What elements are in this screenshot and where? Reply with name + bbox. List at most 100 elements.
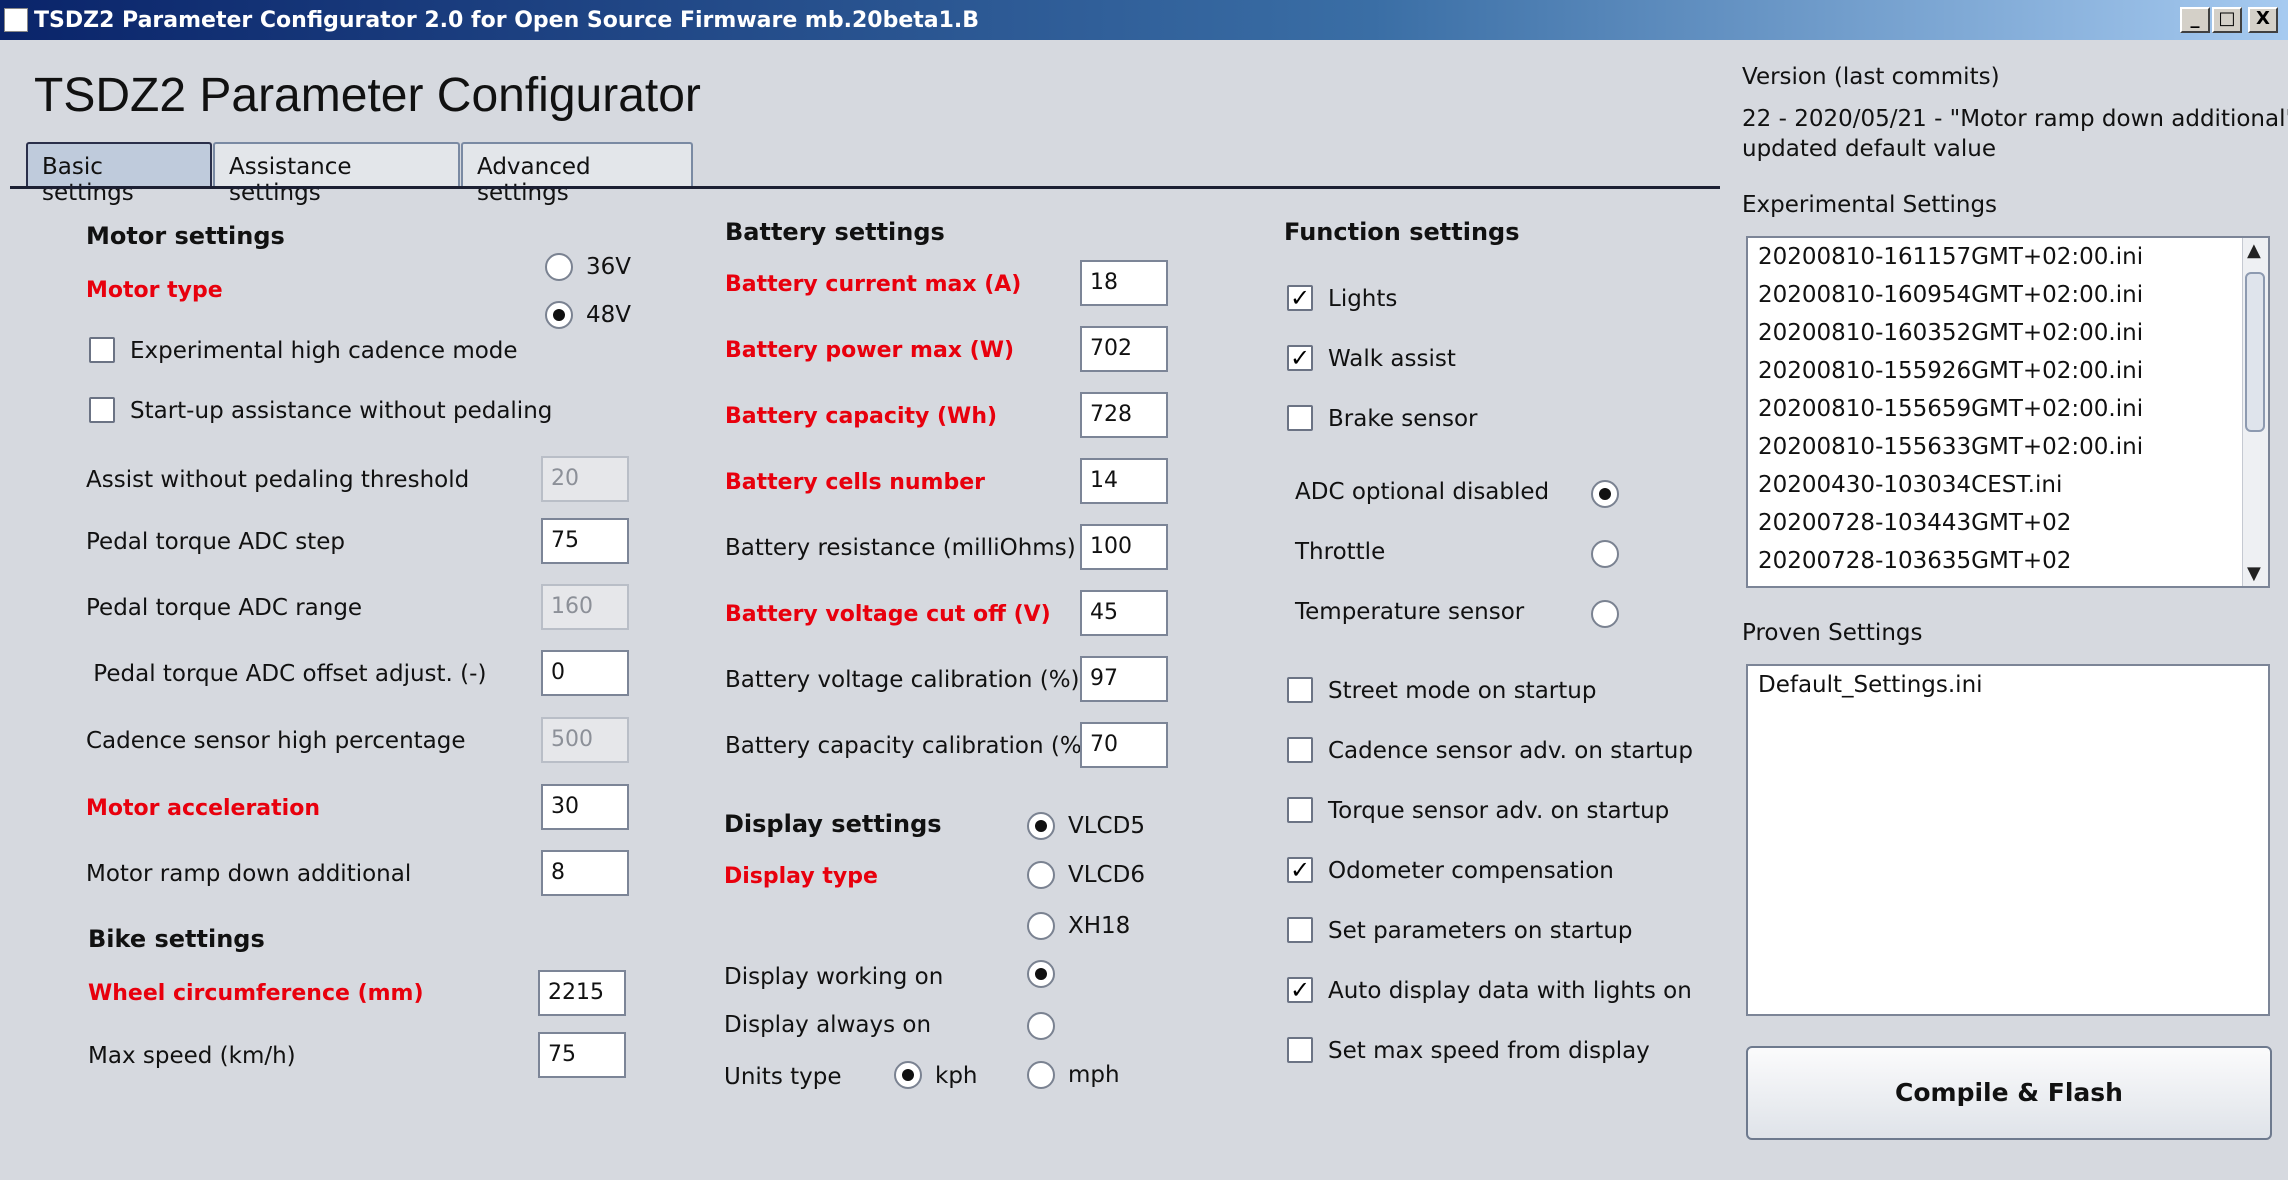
throttle-label: Throttle (1295, 539, 1386, 565)
motor-acceleration-field[interactable]: 30 (541, 784, 629, 830)
list-item[interactable]: Default_Settings.ini (1758, 672, 1983, 698)
torque-adv-label: Torque sensor adv. on startup (1328, 798, 1670, 824)
display-working-on-radio[interactable] (1027, 960, 1055, 988)
auto-display-checkbox[interactable]: ✓ (1287, 977, 1313, 1003)
capacity-calibration-label: Battery capacity calibration (%) (725, 733, 1091, 759)
adc-disabled-radio[interactable] (1591, 480, 1619, 508)
cadence-adv-label: Cadence sensor adv. on startup (1328, 738, 1693, 764)
battery-cutoff-label: Battery voltage cut off (V) (725, 602, 1051, 627)
page-title: TSDZ2 Parameter Configurator (34, 69, 701, 122)
capacity-calibration-field[interactable]: 70 (1080, 722, 1168, 768)
torque-adc-step-field[interactable]: 75 (541, 518, 629, 564)
list-item[interactable]: 20200810-160352GMT+02:00.ini (1758, 320, 2143, 346)
motor-48v-label: 48V (586, 302, 632, 328)
set-params-startup-checkbox[interactable] (1287, 917, 1313, 943)
cadence-high-pct-field[interactable]: 500 (541, 717, 629, 763)
list-item[interactable]: 20200810-161157GMT+02:00.ini (1758, 244, 2143, 270)
tab-basic-settings[interactable]: Basic settings (26, 142, 212, 206)
battery-resistance-field[interactable]: 100 (1080, 524, 1168, 570)
list-item[interactable]: 20200810-155659GMT+02:00.ini (1758, 396, 2143, 422)
battery-settings-heading: Battery settings (725, 218, 945, 246)
list-item[interactable]: 20200430-103034CEST.ini (1758, 472, 2062, 498)
display-vlcd5-radio[interactable] (1027, 812, 1055, 840)
battery-capacity-field[interactable]: 728 (1080, 392, 1168, 438)
max-speed-display-checkbox[interactable] (1287, 1037, 1313, 1063)
motor-settings-heading: Motor settings (86, 222, 285, 250)
bike-settings-heading: Bike settings (88, 925, 265, 953)
version-line-1: 22 - 2020/05/21 - "Motor ramp down addit… (1742, 106, 2288, 132)
java-app-icon (4, 8, 28, 32)
scroll-thumb[interactable] (2245, 272, 2265, 432)
display-vlcd6-radio[interactable] (1027, 861, 1055, 889)
cadence-adv-checkbox[interactable] (1287, 737, 1313, 763)
battery-resistance-label: Battery resistance (milliOhms) (725, 535, 1076, 561)
list-item[interactable]: 20200810-160954GMT+02:00.ini (1758, 282, 2143, 308)
units-mph-radio[interactable] (1027, 1061, 1055, 1089)
experimental-list-scrollbar[interactable]: ▲ ▼ (2242, 238, 2268, 586)
experimental-settings-label: Experimental Settings (1742, 192, 1998, 218)
motor-48v-radio[interactable] (545, 301, 573, 329)
battery-cells-field[interactable]: 14 (1080, 458, 1168, 504)
motor-36v-label: 36V (586, 254, 632, 280)
list-item[interactable]: 20200728-103443GMT+02 (1758, 510, 2071, 536)
voltage-calibration-field[interactable]: 97 (1080, 656, 1168, 702)
display-vlcd5-label: VLCD5 (1068, 813, 1145, 839)
motor-36v-radio[interactable] (545, 253, 573, 281)
assist-threshold-label: Assist without pedaling threshold (86, 467, 470, 493)
lights-checkbox[interactable]: ✓ (1287, 285, 1313, 311)
high-cadence-checkbox[interactable] (89, 337, 115, 363)
adc-disabled-label: ADC optional disabled (1295, 479, 1550, 505)
scroll-up-icon[interactable]: ▲ (2247, 240, 2261, 261)
ramp-down-field[interactable]: 8 (541, 850, 629, 896)
tab-advanced-settings[interactable]: Advanced settings (461, 142, 693, 206)
list-item[interactable]: 20200810-155633GMT+02:00.ini (1758, 434, 2143, 460)
max-speed-label: Max speed (km/h) (88, 1043, 296, 1069)
scroll-down-icon[interactable]: ▼ (2247, 563, 2261, 584)
battery-cutoff-field[interactable]: 45 (1080, 590, 1168, 636)
compile-flash-button[interactable]: Compile & Flash (1746, 1046, 2272, 1140)
list-item[interactable]: 20200810-155926GMT+02:00.ini (1758, 358, 2143, 384)
brake-sensor-checkbox[interactable] (1287, 405, 1313, 431)
set-params-startup-label: Set parameters on startup (1328, 918, 1633, 944)
display-xh18-radio[interactable] (1027, 912, 1055, 940)
window-title: TSDZ2 Parameter Configurator 2.0 for Ope… (34, 8, 980, 33)
units-mph-label: mph (1068, 1062, 1120, 1088)
tab-assistance-settings[interactable]: Assistance settings (213, 142, 460, 206)
assist-threshold-field[interactable]: 20 (541, 456, 629, 502)
motor-type-label: Motor type (86, 278, 223, 303)
odometer-compensation-checkbox[interactable]: ✓ (1287, 857, 1313, 883)
minimize-button[interactable]: _ (2180, 7, 2210, 33)
throttle-radio[interactable] (1591, 540, 1619, 568)
max-speed-field[interactable]: 75 (538, 1032, 626, 1078)
brake-sensor-label: Brake sensor (1328, 406, 1478, 432)
torque-adv-checkbox[interactable] (1287, 797, 1313, 823)
torque-adc-offset-field[interactable]: 0 (541, 650, 629, 696)
walk-assist-checkbox[interactable]: ✓ (1287, 345, 1313, 371)
display-type-label: Display type (724, 864, 878, 889)
units-kph-radio[interactable] (894, 1061, 922, 1089)
temperature-sensor-radio[interactable] (1591, 600, 1619, 628)
proven-settings-list[interactable]: Default_Settings.ini (1746, 664, 2270, 1016)
street-mode-label: Street mode on startup (1328, 678, 1597, 704)
display-settings-heading: Display settings (724, 810, 942, 838)
proven-settings-label: Proven Settings (1742, 620, 1923, 646)
auto-display-label: Auto display data with lights on (1328, 978, 1692, 1004)
experimental-settings-list[interactable]: 20200810-161157GMT+02:00.ini 20200810-16… (1746, 236, 2270, 588)
battery-current-field[interactable]: 18 (1080, 260, 1168, 306)
units-kph-label: kph (935, 1063, 978, 1089)
max-speed-display-label: Set max speed from display (1328, 1038, 1650, 1064)
lights-label: Lights (1328, 286, 1398, 312)
startup-assist-checkbox[interactable] (89, 397, 115, 423)
wheel-circumference-field[interactable]: 2215 (538, 970, 626, 1016)
maximize-button[interactable]: □ (2212, 7, 2242, 33)
list-item[interactable]: 20200728-103635GMT+02 (1758, 548, 2071, 574)
display-always-on-radio[interactable] (1027, 1012, 1055, 1040)
battery-power-field[interactable]: 702 (1080, 326, 1168, 372)
street-mode-checkbox[interactable] (1287, 677, 1313, 703)
torque-adc-range-field[interactable]: 160 (541, 584, 629, 630)
close-button[interactable]: X (2248, 7, 2278, 33)
motor-acceleration-label: Motor acceleration (86, 796, 320, 821)
units-type-label: Units type (724, 1064, 842, 1090)
odometer-compensation-label: Odometer compensation (1328, 858, 1614, 884)
display-vlcd6-label: VLCD6 (1068, 862, 1145, 888)
